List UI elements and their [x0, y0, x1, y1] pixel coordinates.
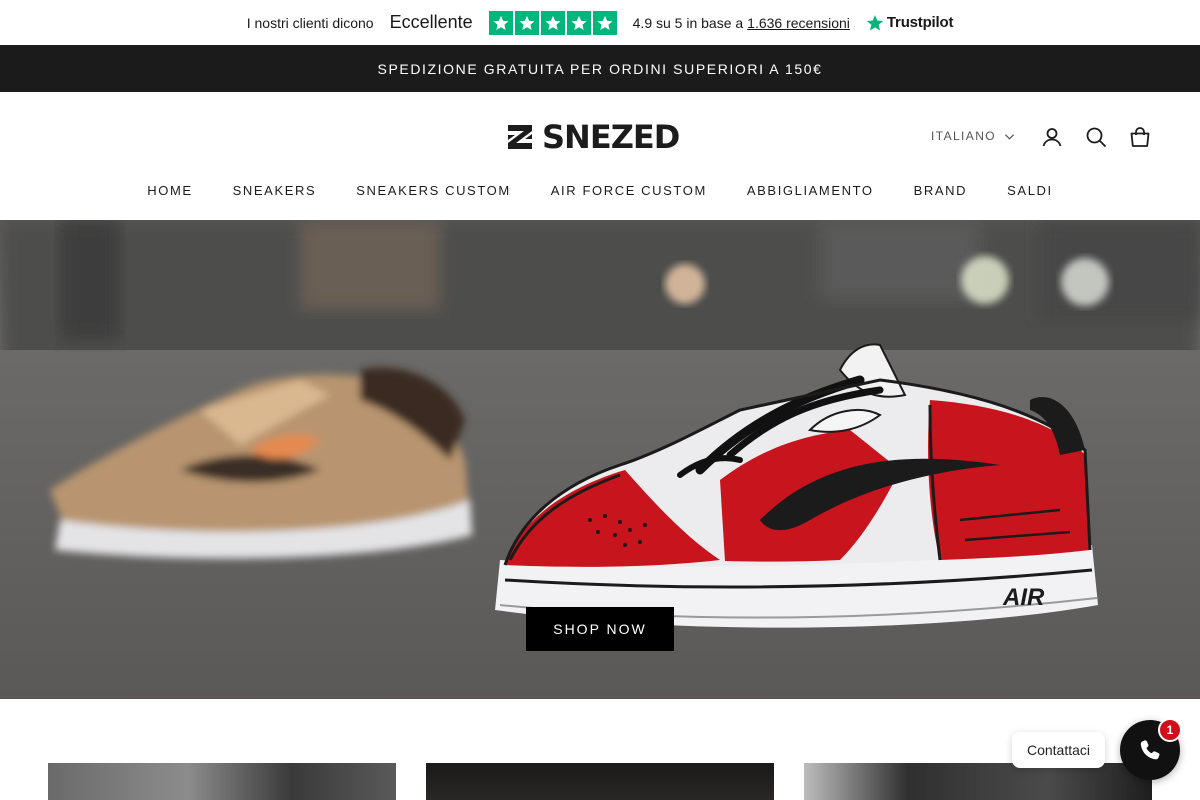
- star-icon: [514, 10, 539, 35]
- trustpilot-rating-word: Eccellente: [389, 12, 473, 32]
- hero-shoe-air-text: AIR: [1002, 584, 1045, 611]
- star-icon: [592, 10, 617, 35]
- language-selector[interactable]: ITALIANO: [931, 129, 1015, 143]
- chat-badge-count: 1: [1166, 723, 1174, 737]
- nav-item-air-force-custom[interactable]: AIR FORCE CUSTOM: [551, 183, 707, 198]
- cart-icon[interactable]: [1128, 125, 1152, 149]
- chat-notification-badge: 1: [1158, 718, 1182, 742]
- nav-item-sneakers-custom[interactable]: SNEAKERS CUSTOM: [356, 183, 511, 198]
- trustpilot-star-icon: [866, 14, 884, 30]
- trustpilot-bar: I nostri clienti dicono Eccellente 4.9 s…: [0, 0, 1200, 45]
- announcement-bar: SPEDIZIONE GRATUITA PER ORDINI SUPERIORI…: [0, 45, 1200, 92]
- account-icon[interactable]: [1040, 125, 1064, 149]
- collection-grid: [0, 763, 1200, 800]
- announcement-text: SPEDIZIONE GRATUITA PER ORDINI SUPERIORI…: [377, 60, 823, 77]
- collection-card-1[interactable]: [48, 763, 396, 800]
- logo-text: SNEZED: [542, 118, 680, 156]
- chat-label: Contattaci: [1026, 742, 1091, 758]
- site-header: SNEZED ITALIANO HOME SNEAKERS SNEAKERS C…: [0, 92, 1200, 220]
- nav-item-sneakers[interactable]: SNEAKERS: [233, 183, 317, 198]
- nav-item-abbigliamento[interactable]: ABBIGLIAMENTO: [747, 183, 874, 198]
- shop-now-label: SHOP NOW: [553, 621, 647, 637]
- star-icon: [488, 10, 513, 35]
- trustpilot-brand-text: Trustpilot: [886, 14, 954, 31]
- logo-mark-icon: [508, 125, 532, 149]
- collection-card-3[interactable]: [804, 763, 1152, 800]
- main-navigation: HOME SNEAKERS SNEAKERS CUSTOM AIR FORCE …: [0, 183, 1200, 198]
- nav-item-home[interactable]: HOME: [147, 183, 192, 198]
- chat-label-bubble[interactable]: Contattaci: [1012, 732, 1105, 768]
- chevron-down-icon: [1004, 133, 1015, 140]
- trustpilot-logo[interactable]: Trustpilot: [866, 14, 953, 32]
- language-label: ITALIANO: [931, 129, 996, 143]
- site-logo[interactable]: SNEZED: [504, 118, 680, 156]
- hero-banner: AIR SHOP NOW: [0, 220, 1200, 699]
- nav-item-brand[interactable]: BRAND: [914, 183, 968, 198]
- star-icon: [540, 10, 565, 35]
- shop-now-button[interactable]: SHOP NOW: [526, 607, 674, 651]
- trustpilot-lead-text: I nostri clienti dicono: [246, 14, 374, 31]
- trustpilot-score-text: 4.9 su 5 in base a: [632, 14, 744, 31]
- trustpilot-stars: [488, 10, 617, 35]
- nav-item-saldi[interactable]: SALDI: [1007, 183, 1053, 198]
- collection-card-2[interactable]: [426, 763, 774, 800]
- trustpilot-reviews-link[interactable]: 1.636 recensioni: [747, 15, 850, 31]
- star-icon: [566, 10, 591, 35]
- search-icon[interactable]: [1084, 125, 1108, 149]
